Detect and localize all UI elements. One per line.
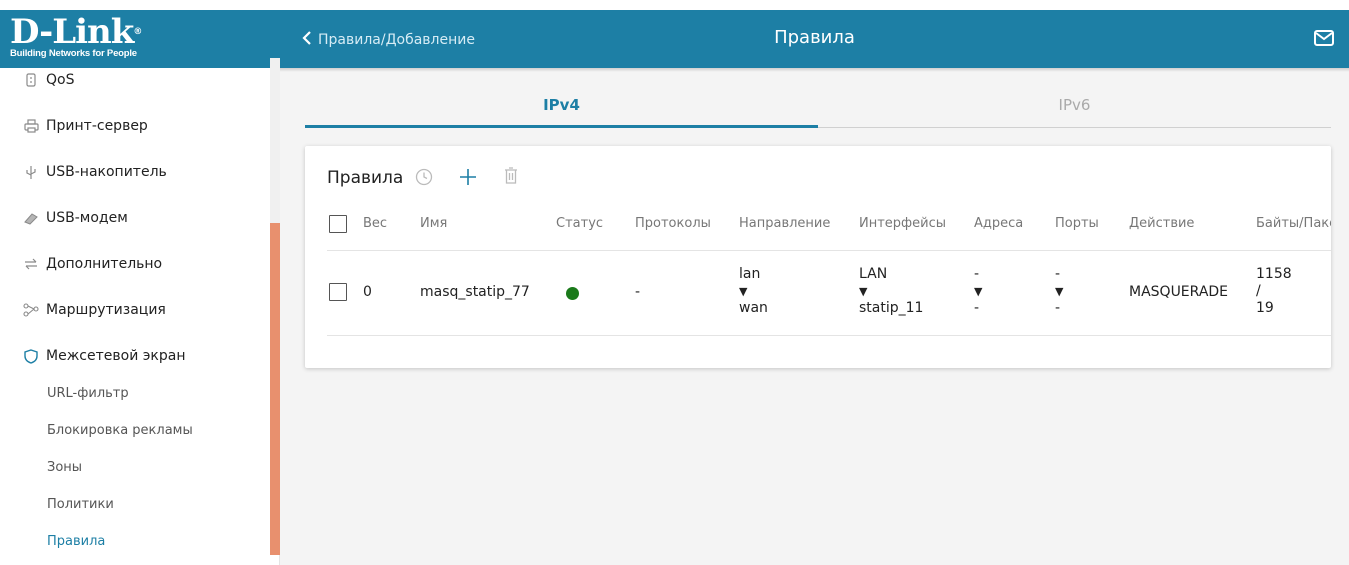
arrows-icon xyxy=(22,255,40,273)
direction-arrow: ▼ xyxy=(739,285,748,298)
col-header-bytes-packets[interactable]: Байты/Пакеты xyxy=(1256,216,1331,231)
sidebar-item-advanced[interactable]: Дополнительно xyxy=(0,244,270,284)
rules-card: Правила Вес Имя Статус Протоколы Направл… xyxy=(305,146,1331,368)
sidebar-item-usb-modem[interactable]: USB-модем xyxy=(0,198,270,238)
address-to: - xyxy=(974,300,980,316)
col-header-interfaces[interactable]: Интерфейсы xyxy=(859,216,946,231)
trash-icon xyxy=(505,167,517,184)
card-title: Правила xyxy=(327,168,404,188)
sidebar-item-label: Межсетевой экран xyxy=(46,348,186,364)
col-header-name[interactable]: Имя xyxy=(420,216,447,231)
col-header-direction[interactable]: Направление xyxy=(739,216,830,231)
sidebar-subitem-zones[interactable]: Зоны xyxy=(0,452,270,482)
top-header: Правила/Добавление Правила xyxy=(280,10,1349,68)
interface-arrow: ▼ xyxy=(859,285,868,298)
cell-weight: 0 xyxy=(363,284,372,300)
sidebar-subitem-rules[interactable]: Правила xyxy=(0,526,270,556)
mail-icon[interactable] xyxy=(1313,29,1335,47)
sidebar-item-firewall[interactable]: Межсетевой экран xyxy=(0,336,270,376)
sidebar-scrollbar-thumb[interactable] xyxy=(270,223,280,555)
sidebar-item-print-server[interactable]: Принт-сервер xyxy=(0,106,270,146)
sidebar-subitem-policies[interactable]: Политики xyxy=(0,489,270,519)
sidebar-item-label: Дополнительно xyxy=(46,256,163,272)
col-header-weight[interactable]: Вес xyxy=(363,216,387,231)
tab-ipv6[interactable]: IPv6 xyxy=(818,88,1331,128)
row-checkbox[interactable] xyxy=(329,283,347,301)
sidebar-subitem-label: Зоны xyxy=(47,459,83,475)
sidebar-subitem-label: Политики xyxy=(47,496,114,512)
logo-tagline: Building Networks for People xyxy=(10,48,137,59)
sidebar-subitem-url-filter[interactable]: URL-фильтр xyxy=(0,378,270,408)
table-row-divider xyxy=(327,335,1331,336)
history-icon[interactable] xyxy=(415,168,433,190)
sidebar-subitem-label: Правила xyxy=(47,533,106,549)
qos-icon xyxy=(22,71,40,89)
protocol-tabs: IPv4 IPv6 xyxy=(305,88,1331,128)
cell-ports: - ▼ - xyxy=(1055,266,1063,317)
sidebar-subitem-label: URL-фильтр xyxy=(47,385,129,401)
sidebar-nav: QoS Принт-сервер USB-накопитель USB-моде… xyxy=(0,68,270,565)
add-rule-button[interactable] xyxy=(458,167,478,191)
sidebar-subitem-ad-block[interactable]: Блокировка рекламы xyxy=(0,415,270,445)
sidebar-item-usb-storage[interactable]: USB-накопитель xyxy=(0,152,270,192)
usb-icon xyxy=(22,163,40,181)
cell-addresses: - ▼ - xyxy=(974,266,982,317)
cell-bytes-packets: 1158 / 19 xyxy=(1256,266,1292,317)
port-to: - xyxy=(1055,300,1061,316)
sidebar-item-qos[interactable]: QoS xyxy=(0,60,270,100)
shield-icon xyxy=(22,347,40,365)
dlink-logo[interactable]: D-Link® Building Networks for People xyxy=(10,12,142,59)
bytes-packets-separator: / xyxy=(1256,283,1261,299)
sidebar: D-Link® Building Networks for People QoS… xyxy=(0,10,280,565)
table-header-divider xyxy=(327,250,1331,251)
delete-rule-button[interactable] xyxy=(503,166,519,189)
col-header-addresses[interactable]: Адреса xyxy=(974,216,1023,231)
select-all-checkbox[interactable] xyxy=(329,215,347,233)
packets-value: 19 xyxy=(1256,300,1274,316)
address-arrow: ▼ xyxy=(974,285,983,298)
sidebar-subitem-label: Блокировка рекламы xyxy=(47,422,193,438)
sidebar-item-label: Принт-сервер xyxy=(46,118,148,134)
direction-to: wan xyxy=(739,300,768,316)
modem-icon xyxy=(22,209,40,227)
col-header-ports[interactable]: Порты xyxy=(1055,216,1099,231)
sidebar-item-label: QoS xyxy=(46,72,75,88)
port-arrow: ▼ xyxy=(1055,285,1064,298)
col-header-action[interactable]: Действие xyxy=(1129,216,1194,231)
sidebar-item-routing[interactable]: Маршрутизация xyxy=(0,290,270,330)
address-from: - xyxy=(974,266,980,282)
sidebar-item-label: USB-модем xyxy=(46,210,128,226)
cell-protocols: - xyxy=(635,284,641,300)
port-from: - xyxy=(1055,266,1061,282)
routing-icon xyxy=(22,301,40,319)
main-content: IPv4 IPv6 Правила Вес Имя Статус Протоко… xyxy=(280,72,1349,565)
printer-icon xyxy=(22,117,40,135)
cell-name: masq_statip_77 xyxy=(420,284,530,300)
col-header-status[interactable]: Статус xyxy=(556,216,603,231)
logo-trademark: ® xyxy=(133,27,142,37)
interface-from: LAN xyxy=(859,266,888,282)
direction-from: lan xyxy=(739,266,761,282)
logo-brand: D-Link xyxy=(10,12,134,52)
interface-to: statip_11 xyxy=(859,300,924,316)
col-header-protocols[interactable]: Протоколы xyxy=(635,216,711,231)
cell-interfaces: LAN ▼ statip_11 xyxy=(859,266,923,317)
sidebar-item-label: Маршрутизация xyxy=(46,302,166,318)
sidebar-item-label: USB-накопитель xyxy=(46,164,167,180)
status-indicator xyxy=(566,287,579,300)
cell-action: MASQUERADE xyxy=(1129,284,1229,300)
tab-ipv4[interactable]: IPv4 xyxy=(305,88,818,128)
cell-direction: lan ▼ wan xyxy=(739,266,768,317)
bytes-value: 1158 xyxy=(1256,266,1292,282)
page-title: Правила xyxy=(774,27,855,48)
plus-icon xyxy=(460,169,476,185)
